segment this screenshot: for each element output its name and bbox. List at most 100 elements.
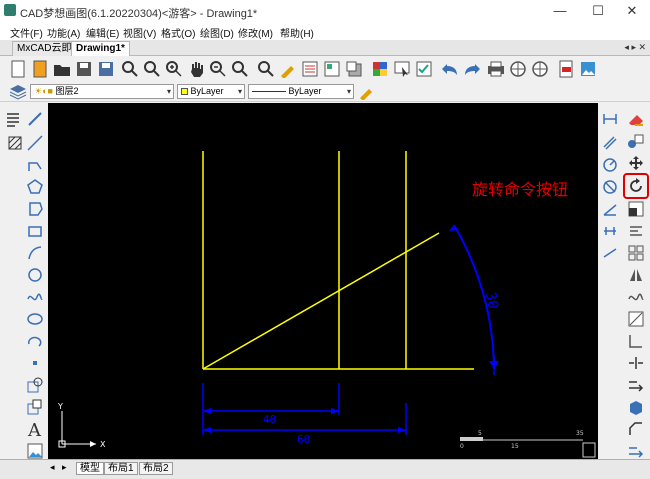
fillet-icon[interactable] [626, 441, 646, 461]
new-file-icon[interactable] [8, 59, 28, 79]
linear-dim-icon[interactable] [600, 109, 620, 129]
array-icon[interactable] [626, 243, 646, 263]
maximize-button[interactable]: ☐ [580, 2, 616, 20]
zoom-realtime-icon[interactable] [142, 59, 162, 79]
polyline-icon[interactable] [25, 155, 45, 175]
color-select[interactable]: ByLayer ▾ [177, 84, 245, 99]
chevron-down-icon: ▾ [166, 87, 171, 96]
zoom-in-icon[interactable] [164, 59, 184, 79]
zoom-extents-icon[interactable] [230, 59, 250, 79]
linetype-select[interactable]: ByLayer ▾ [248, 84, 354, 99]
block-icon[interactable] [344, 59, 364, 79]
redo-icon[interactable] [462, 59, 482, 79]
image-icon[interactable] [25, 441, 45, 461]
insert-block-icon[interactable] [25, 375, 45, 395]
undo-icon[interactable] [440, 59, 460, 79]
extend-icon[interactable] [626, 331, 646, 351]
open-template-icon[interactable] [30, 59, 50, 79]
tab-mxcad-cloud[interactable]: MxCAD云即 [12, 41, 77, 56]
xline-icon[interactable] [25, 133, 45, 153]
pdf-export-icon[interactable] [556, 59, 576, 79]
layout-nav-next[interactable]: ▸ [62, 462, 67, 473]
text-icon[interactable]: A [25, 419, 45, 439]
svg-text:A: A [27, 420, 42, 439]
dimension-arrow [203, 408, 211, 414]
ucs-x-label: X [100, 440, 106, 449]
rectangle-icon[interactable] [25, 221, 45, 241]
erase-icon[interactable] [626, 109, 646, 129]
line-icon[interactable] [25, 109, 45, 129]
scale-icon[interactable] [626, 199, 646, 219]
angular-dim-icon[interactable] [600, 199, 620, 219]
standard-toolbar [0, 57, 650, 81]
web-globe-icon[interactable] [508, 59, 528, 79]
rectangle-icon[interactable] [25, 199, 45, 219]
save-icon[interactable] [74, 59, 94, 79]
ellipse-icon[interactable] [25, 309, 45, 329]
layer-select[interactable]: ☀◐■ 图层2 ▾ [30, 84, 174, 99]
match-properties-icon[interactable] [278, 59, 298, 79]
point-icon[interactable] [25, 353, 45, 373]
close-button[interactable]: ✕ [614, 2, 650, 20]
scale-bar-segment [460, 437, 483, 441]
radius-dim-icon[interactable] [600, 155, 620, 175]
open-folder-icon[interactable] [52, 59, 72, 79]
ellipse-arc-icon[interactable] [25, 331, 45, 351]
pan-hand-icon[interactable] [186, 59, 206, 79]
menu-file[interactable]: 文件(F) [10, 25, 43, 40]
circle-icon[interactable] [25, 265, 45, 285]
menu-help[interactable]: 帮助(H) [280, 25, 314, 40]
make-block-icon[interactable] [25, 397, 45, 417]
mirror-icon[interactable] [626, 265, 646, 285]
scale-label: 15 [511, 443, 519, 450]
print-icon[interactable] [486, 59, 506, 79]
arc-icon[interactable] [25, 243, 45, 263]
layout-nav-prev[interactable]: ◂ [50, 462, 55, 473]
spline-icon[interactable] [25, 287, 45, 307]
tab-nav-controls[interactable]: ◂ ▸ ✕ [624, 42, 646, 53]
select-cursor-icon[interactable] [392, 59, 412, 79]
polygon-icon[interactable] [25, 177, 45, 197]
properties-icon[interactable] [300, 59, 320, 79]
join-icon[interactable] [626, 375, 646, 395]
stretch-icon[interactable] [626, 221, 646, 241]
zoom-out-icon[interactable] [208, 59, 228, 79]
menu-draw[interactable]: 绘图(D) [200, 25, 234, 40]
explode-icon[interactable] [626, 397, 646, 417]
layer-brush-icon[interactable] [356, 82, 376, 102]
image-export-icon[interactable] [578, 59, 598, 79]
minimize-button[interactable]: — [542, 2, 578, 20]
zoom-window-icon[interactable] [120, 59, 140, 79]
copy-icon[interactable] [626, 131, 646, 151]
aligned-dim-icon[interactable] [600, 133, 620, 153]
menu-format[interactable]: 格式(O) [161, 25, 195, 40]
menu-edit[interactable]: 编辑(E) [86, 25, 119, 40]
save-as-icon[interactable] [96, 59, 116, 79]
menu-modify[interactable]: 修改(M) [238, 25, 273, 40]
mtext-icon[interactable] [5, 109, 25, 129]
tab-model[interactable]: 模型 [76, 462, 104, 475]
rotated-line [202, 232, 440, 370]
publish-globe-icon[interactable] [530, 59, 550, 79]
checklist-icon[interactable] [414, 59, 434, 79]
menu-function[interactable]: 功能(A) [47, 25, 80, 40]
drawing-canvas[interactable]: 30 40 60 Y X 5 35 0 15 [48, 103, 598, 459]
tab-layout2[interactable]: 布局2 [139, 462, 173, 475]
break-icon[interactable] [626, 353, 646, 373]
document-tab-bar: MxCAD云即 Drawing1* ◂ ▸ ✕ [0, 40, 650, 56]
baseline-dim-icon[interactable] [600, 221, 620, 241]
offset-icon[interactable] [626, 287, 646, 307]
trim-icon[interactable] [626, 309, 646, 329]
tab-layout1[interactable]: 布局1 [104, 462, 138, 475]
hatch-icon[interactable] [5, 133, 25, 153]
continue-dim-icon[interactable] [600, 243, 620, 263]
toolpalette-icon[interactable] [370, 59, 390, 79]
move-icon[interactable] [626, 153, 646, 173]
menu-view[interactable]: 视图(V) [123, 25, 156, 40]
design-center-icon[interactable] [322, 59, 342, 79]
tab-drawing1[interactable]: Drawing1* [71, 41, 130, 56]
zoom-previous-icon[interactable] [256, 59, 276, 79]
diameter-dim-icon[interactable] [600, 177, 620, 197]
chamfer-icon[interactable] [626, 419, 646, 439]
layer-manager-icon[interactable] [8, 82, 28, 102]
